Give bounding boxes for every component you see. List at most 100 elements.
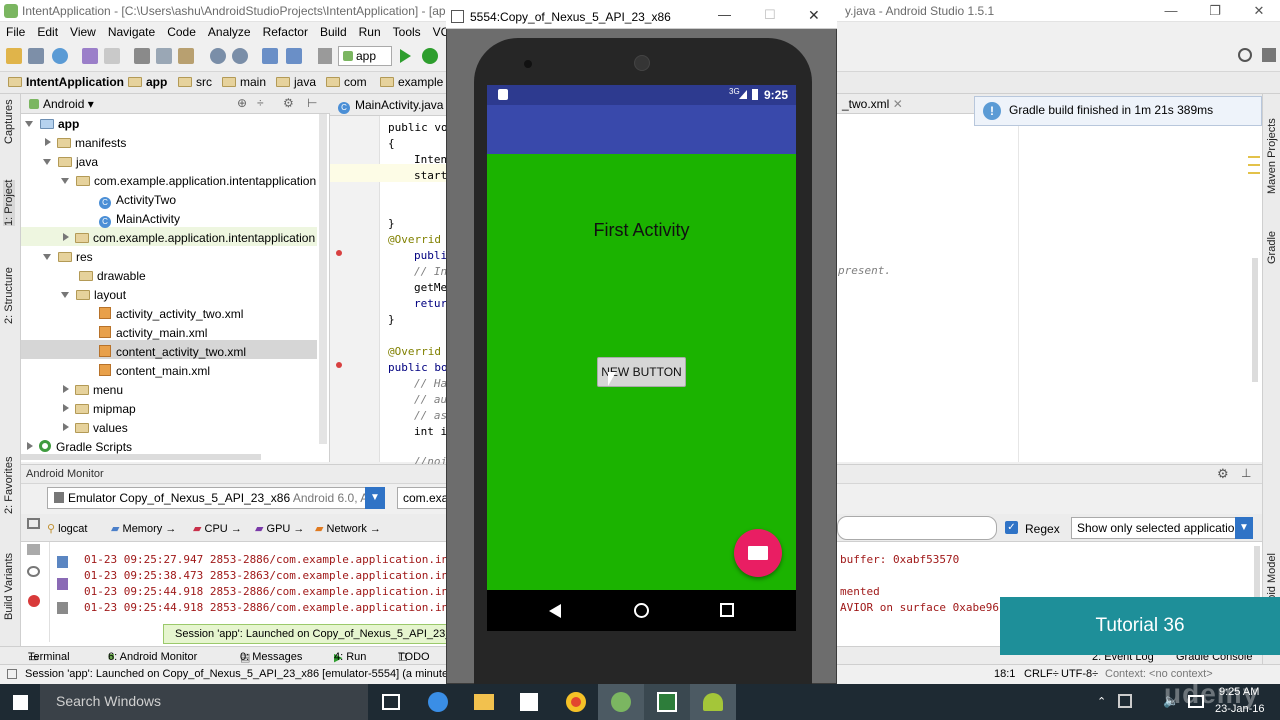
tree-item-activity-activity-two[interactable]: activity_activity_two.xml	[99, 305, 243, 324]
sdk-manager-icon[interactable]	[1262, 48, 1276, 62]
up-arrow-icon[interactable]	[57, 602, 68, 614]
device-dropdown-arrow-icon[interactable]: ▼	[365, 487, 385, 509]
search-everywhere-icon[interactable]	[1238, 48, 1252, 62]
breadcrumb-src[interactable]: src	[178, 75, 212, 89]
menu-analyze[interactable]: Analyze	[202, 22, 257, 39]
tree-item-layout[interactable]: layout	[61, 286, 126, 305]
menu-edit[interactable]: Edit	[31, 22, 64, 39]
forward-arrow-icon[interactable]	[286, 48, 302, 64]
emulator-minimize-icon[interactable]: —	[718, 7, 731, 22]
session-launched-popup[interactable]: Session 'app': Launched on Copy_of_Nexus…	[163, 624, 447, 644]
screenshot-icon[interactable]	[27, 518, 40, 529]
line-separator[interactable]: CRLF÷	[1024, 668, 1059, 680]
tree-item-mipmap[interactable]: mipmap	[61, 400, 136, 419]
tree-scrollbar[interactable]	[319, 114, 327, 444]
tree-item-app[interactable]: app	[25, 115, 79, 134]
maven-projects-tab[interactable]: Maven Projects	[1266, 118, 1278, 194]
gradle-notification[interactable]: ! Gradle build finished in 1m 21s 389ms	[974, 96, 1262, 126]
store-icon[interactable]	[520, 693, 538, 711]
status-toggle-icon[interactable]	[7, 669, 17, 679]
sync-view-icon[interactable]: ⊕	[237, 96, 247, 110]
run-config-select[interactable]: app	[338, 46, 392, 66]
file-explorer-icon[interactable]	[474, 694, 494, 710]
emulator-close-icon[interactable]: ✕	[808, 7, 820, 24]
tree-item-package-test[interactable]: com.example.application.intentapplicatio…	[61, 229, 322, 248]
build-variants-tab[interactable]: Build Variants	[3, 553, 15, 620]
tree-item-activitytwo[interactable]: C ActivityTwo	[99, 191, 176, 210]
home-icon[interactable]	[634, 603, 649, 618]
breadcrumb-main[interactable]: main	[222, 75, 266, 89]
menu-build[interactable]: Build	[314, 22, 353, 39]
back-arrow-icon[interactable]	[262, 48, 278, 64]
tree-item-activity-main[interactable]: activity_main.xml	[99, 324, 207, 343]
menu-file[interactable]: File	[0, 22, 31, 39]
debug-icon[interactable]	[422, 48, 438, 64]
tree-item-content-activity-two[interactable]: content_activity_two.xml	[99, 343, 246, 362]
hide-panel-icon[interactable]: ⊥	[1241, 466, 1251, 480]
search-windows-input[interactable]: Search Windows	[40, 684, 368, 720]
minimize-icon[interactable]: —	[1148, 0, 1194, 22]
menu-view[interactable]: View	[64, 22, 102, 39]
tray-chevron-icon[interactable]: ⌃	[1097, 695, 1106, 708]
run-icon[interactable]	[400, 49, 411, 63]
tree-item-content-main[interactable]: content_main.xml	[99, 362, 210, 381]
breadcrumb-example[interactable]: example	[380, 75, 443, 89]
tree-item-menu[interactable]: menu	[61, 381, 123, 400]
editor-right-area[interactable]	[836, 94, 1262, 462]
tree-item-res[interactable]: res	[43, 248, 93, 267]
fab-email-button[interactable]	[734, 529, 782, 577]
back-icon[interactable]	[549, 604, 561, 618]
process-select[interactable]: com.exa	[397, 487, 447, 509]
chrome-icon[interactable]	[566, 692, 586, 712]
gear-icon[interactable]: ⚙	[283, 96, 294, 110]
record-icon[interactable]	[27, 544, 40, 555]
gear-icon[interactable]: ⚙	[1217, 466, 1229, 482]
tab-memory[interactable]: ▰ Memory →	[111, 522, 176, 535]
tab-network[interactable]: ▰ Network →	[315, 522, 381, 535]
regex-checkbox[interactable]: ✓	[1005, 521, 1018, 534]
terminate-icon[interactable]	[28, 595, 40, 607]
redo-icon[interactable]	[104, 48, 120, 64]
task-view-icon[interactable]	[382, 694, 400, 710]
tree-item-package[interactable]: com.example.application.intentapplicatio…	[61, 172, 316, 191]
gradle-tab[interactable]: Gradle	[1266, 231, 1278, 264]
edge-icon[interactable]	[428, 692, 448, 712]
breadcrumb-project[interactable]: IntentApplication	[8, 75, 124, 89]
taskbar-emulator[interactable]	[690, 684, 736, 720]
project-view-select[interactable]: Android ▾	[29, 97, 94, 111]
breadcrumb-com[interactable]: com	[326, 75, 367, 89]
network-tray-icon[interactable]	[1118, 694, 1132, 708]
breadcrumb-java[interactable]: java	[276, 75, 316, 89]
find-icon[interactable]	[210, 48, 226, 64]
sync-icon[interactable]	[52, 48, 68, 64]
file-encoding[interactable]: UTF-8÷	[1061, 668, 1098, 680]
undo-icon[interactable]	[82, 48, 98, 64]
log-filter-select[interactable]: Show only selected application	[1071, 517, 1253, 539]
filter-dropdown-arrow-icon[interactable]: ▼	[1235, 517, 1253, 539]
tab-mainactivity[interactable]: C MainActivity.java	[338, 98, 443, 114]
hide-panel-icon[interactable]: ⊢	[307, 96, 317, 110]
menu-run[interactable]: Run	[353, 22, 387, 39]
clear-log-icon[interactable]	[57, 556, 68, 568]
menu-tools[interactable]: Tools	[387, 22, 427, 39]
taskbar-camtasia[interactable]	[644, 684, 690, 720]
tree-item-java[interactable]: java	[43, 153, 98, 172]
tree-item-values[interactable]: values	[61, 419, 128, 438]
close-icon[interactable]: ✕	[1236, 0, 1280, 22]
breadcrumb-app[interactable]: app	[128, 75, 167, 89]
menu-refactor[interactable]: Refactor	[257, 22, 314, 39]
copy-icon[interactable]	[156, 48, 172, 64]
open-folder-icon[interactable]	[6, 48, 22, 64]
tree-item-manifests[interactable]: manifests	[43, 134, 126, 153]
system-info-icon[interactable]	[27, 566, 40, 577]
tree-item-mainactivity[interactable]: C MainActivity	[99, 210, 180, 229]
menu-code[interactable]: Code	[161, 22, 202, 39]
collapse-icon[interactable]: ÷	[257, 96, 264, 110]
scroll-end-icon[interactable]	[57, 578, 68, 590]
favorites-tab[interactable]: 2: Favorites	[3, 457, 15, 514]
build-icon[interactable]	[318, 48, 332, 64]
recents-icon[interactable]	[720, 603, 734, 617]
structure-tab[interactable]: 2: Structure	[3, 267, 15, 324]
paste-icon[interactable]	[178, 48, 194, 64]
menu-navigate[interactable]: Navigate	[102, 22, 161, 39]
